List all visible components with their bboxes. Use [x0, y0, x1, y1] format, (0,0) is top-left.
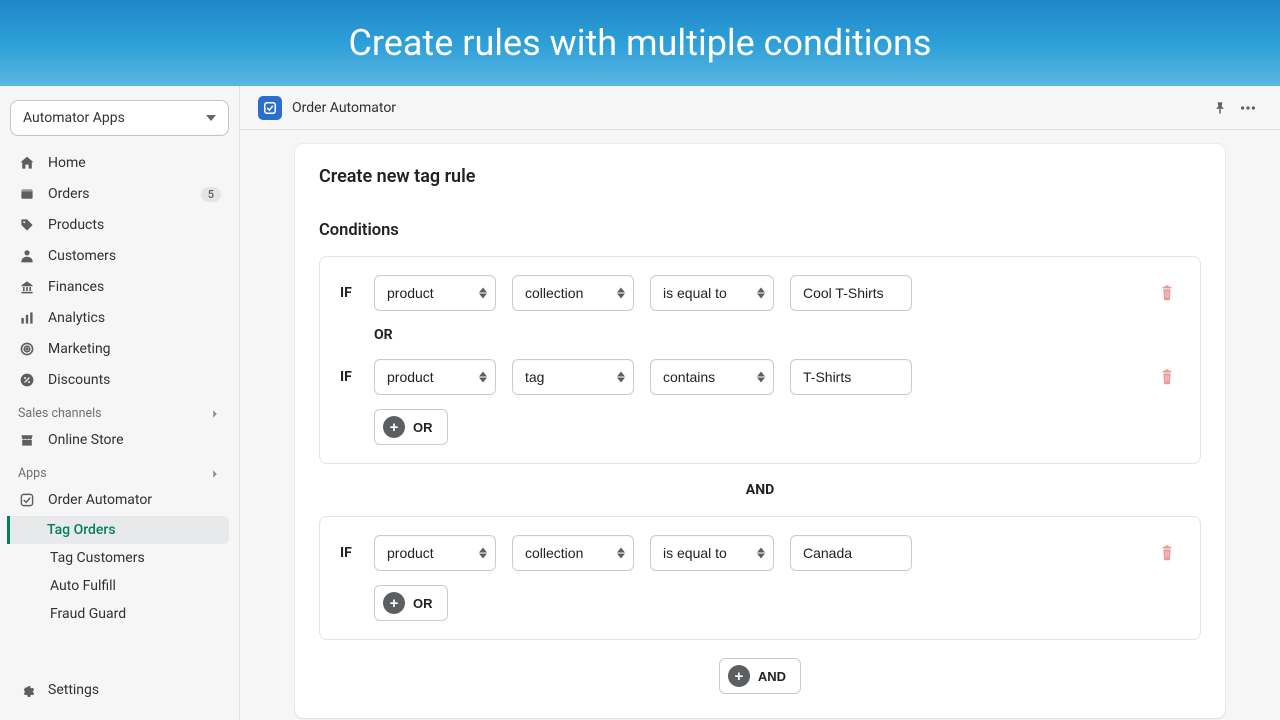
plus-icon: +	[383, 592, 405, 614]
nav-orders[interactable]: Orders 5	[10, 179, 229, 209]
attribute-select[interactable]: collection	[512, 275, 634, 311]
nav-customers[interactable]: Customers	[10, 241, 229, 271]
pin-button[interactable]	[1206, 94, 1234, 122]
field-select[interactable]: product	[374, 535, 496, 571]
sidebar: Automator Apps Home Orders 5 Products Cu…	[0, 86, 240, 720]
or-separator: OR	[340, 311, 1180, 359]
nav-label: Online Store	[48, 432, 124, 448]
chevron-right-icon	[209, 468, 221, 480]
nav-order-automator[interactable]: Order Automator	[10, 485, 229, 515]
nav-settings[interactable]: Settings	[10, 675, 230, 705]
and-separator: AND	[295, 464, 1225, 516]
marketing-icon	[18, 340, 36, 358]
orders-badge: 5	[201, 187, 221, 202]
nav-analytics[interactable]: Analytics	[10, 303, 229, 333]
plus-icon: +	[728, 665, 750, 687]
subnav-fraud-guard[interactable]: Fraud Guard	[10, 600, 229, 628]
condition-group: IF product collection is equal to + OR	[319, 516, 1201, 640]
if-label: IF	[340, 369, 358, 385]
plus-icon: +	[383, 416, 405, 438]
main: Order Automator Create new tag rule Cond…	[240, 86, 1280, 720]
value-input[interactable]	[790, 359, 912, 395]
subnav-auto-fulfill[interactable]: Auto Fulfill	[10, 572, 229, 600]
app-selector-label: Automator Apps	[23, 110, 125, 126]
if-label: IF	[340, 545, 358, 561]
operator-select[interactable]: is equal to	[650, 275, 774, 311]
delete-row-button[interactable]	[1154, 364, 1180, 390]
if-label: IF	[340, 285, 358, 301]
app-selector-dropdown[interactable]: Automator Apps	[10, 100, 229, 136]
nav-label: Marketing	[48, 341, 111, 357]
finances-icon	[18, 278, 36, 296]
condition-row: IF product collection is equal to	[340, 275, 1180, 311]
nav-products[interactable]: Products	[10, 210, 229, 240]
chevron-right-icon	[209, 408, 221, 420]
delete-row-button[interactable]	[1154, 540, 1180, 566]
nav-label: Customers	[48, 248, 116, 264]
store-icon	[18, 431, 36, 449]
chevron-down-icon	[206, 115, 216, 121]
operator-select[interactable]: contains	[650, 359, 774, 395]
nav-marketing[interactable]: Marketing	[10, 334, 229, 364]
conditions-title: Conditions	[295, 187, 1225, 256]
banner: Create rules with multiple conditions	[0, 0, 1280, 86]
nav-label: Home	[48, 155, 86, 171]
nav-finances[interactable]: Finances	[10, 272, 229, 302]
topbar-app-name: Order Automator	[292, 100, 396, 116]
nav-discounts[interactable]: Discounts	[10, 365, 229, 395]
value-input[interactable]	[790, 275, 912, 311]
apps-header[interactable]: Apps	[10, 456, 229, 485]
nav-home[interactable]: Home	[10, 148, 229, 178]
sales-channels-header[interactable]: Sales channels	[10, 396, 229, 425]
value-input[interactable]	[790, 535, 912, 571]
delete-row-button[interactable]	[1154, 280, 1180, 306]
sales-channels-label: Sales channels	[18, 406, 102, 421]
operator-select[interactable]: is equal to	[650, 535, 774, 571]
attribute-select[interactable]: collection	[512, 535, 634, 571]
more-icon	[1239, 99, 1257, 117]
discounts-icon	[18, 371, 36, 389]
trash-icon	[1158, 368, 1176, 386]
subnav-tag-orders[interactable]: Tag Orders	[7, 516, 229, 544]
field-select[interactable]: product	[374, 275, 496, 311]
trash-icon	[1158, 284, 1176, 302]
topbar: Order Automator	[240, 86, 1280, 130]
subnav-tag-customers[interactable]: Tag Customers	[10, 544, 229, 572]
attribute-select[interactable]: tag	[512, 359, 634, 395]
apps-label: Apps	[18, 466, 47, 481]
add-or-button[interactable]: + OR	[374, 585, 448, 621]
condition-row: IF product tag contains	[340, 359, 1180, 395]
pin-icon	[1212, 100, 1228, 116]
products-icon	[18, 216, 36, 234]
nav-label: Products	[48, 217, 104, 233]
trash-icon	[1158, 544, 1176, 562]
add-and-button[interactable]: + AND	[719, 658, 801, 694]
add-or-button[interactable]: + OR	[374, 409, 448, 445]
nav-label: Orders	[48, 186, 90, 202]
gear-icon	[18, 681, 36, 699]
nav-label: Discounts	[48, 372, 110, 388]
field-select[interactable]: product	[374, 359, 496, 395]
nav-label: Order Automator	[48, 492, 152, 508]
order-automator-icon	[18, 491, 36, 509]
card-title: Create new tag rule	[295, 166, 1225, 187]
customers-icon	[18, 247, 36, 265]
condition-group: IF product collection is equal to OR IF …	[319, 256, 1201, 464]
banner-title: Create rules with multiple conditions	[348, 22, 931, 64]
nav-label: Settings	[48, 682, 99, 698]
rule-card: Create new tag rule Conditions IF produc…	[295, 144, 1225, 718]
nav-label: Analytics	[48, 310, 105, 326]
more-button[interactable]	[1234, 94, 1262, 122]
orders-icon	[18, 185, 36, 203]
nav-online-store[interactable]: Online Store	[10, 425, 229, 455]
analytics-icon	[18, 309, 36, 327]
home-icon	[18, 154, 36, 172]
nav-label: Finances	[48, 279, 104, 295]
condition-row: IF product collection is equal to	[340, 535, 1180, 571]
app-icon	[258, 96, 282, 120]
